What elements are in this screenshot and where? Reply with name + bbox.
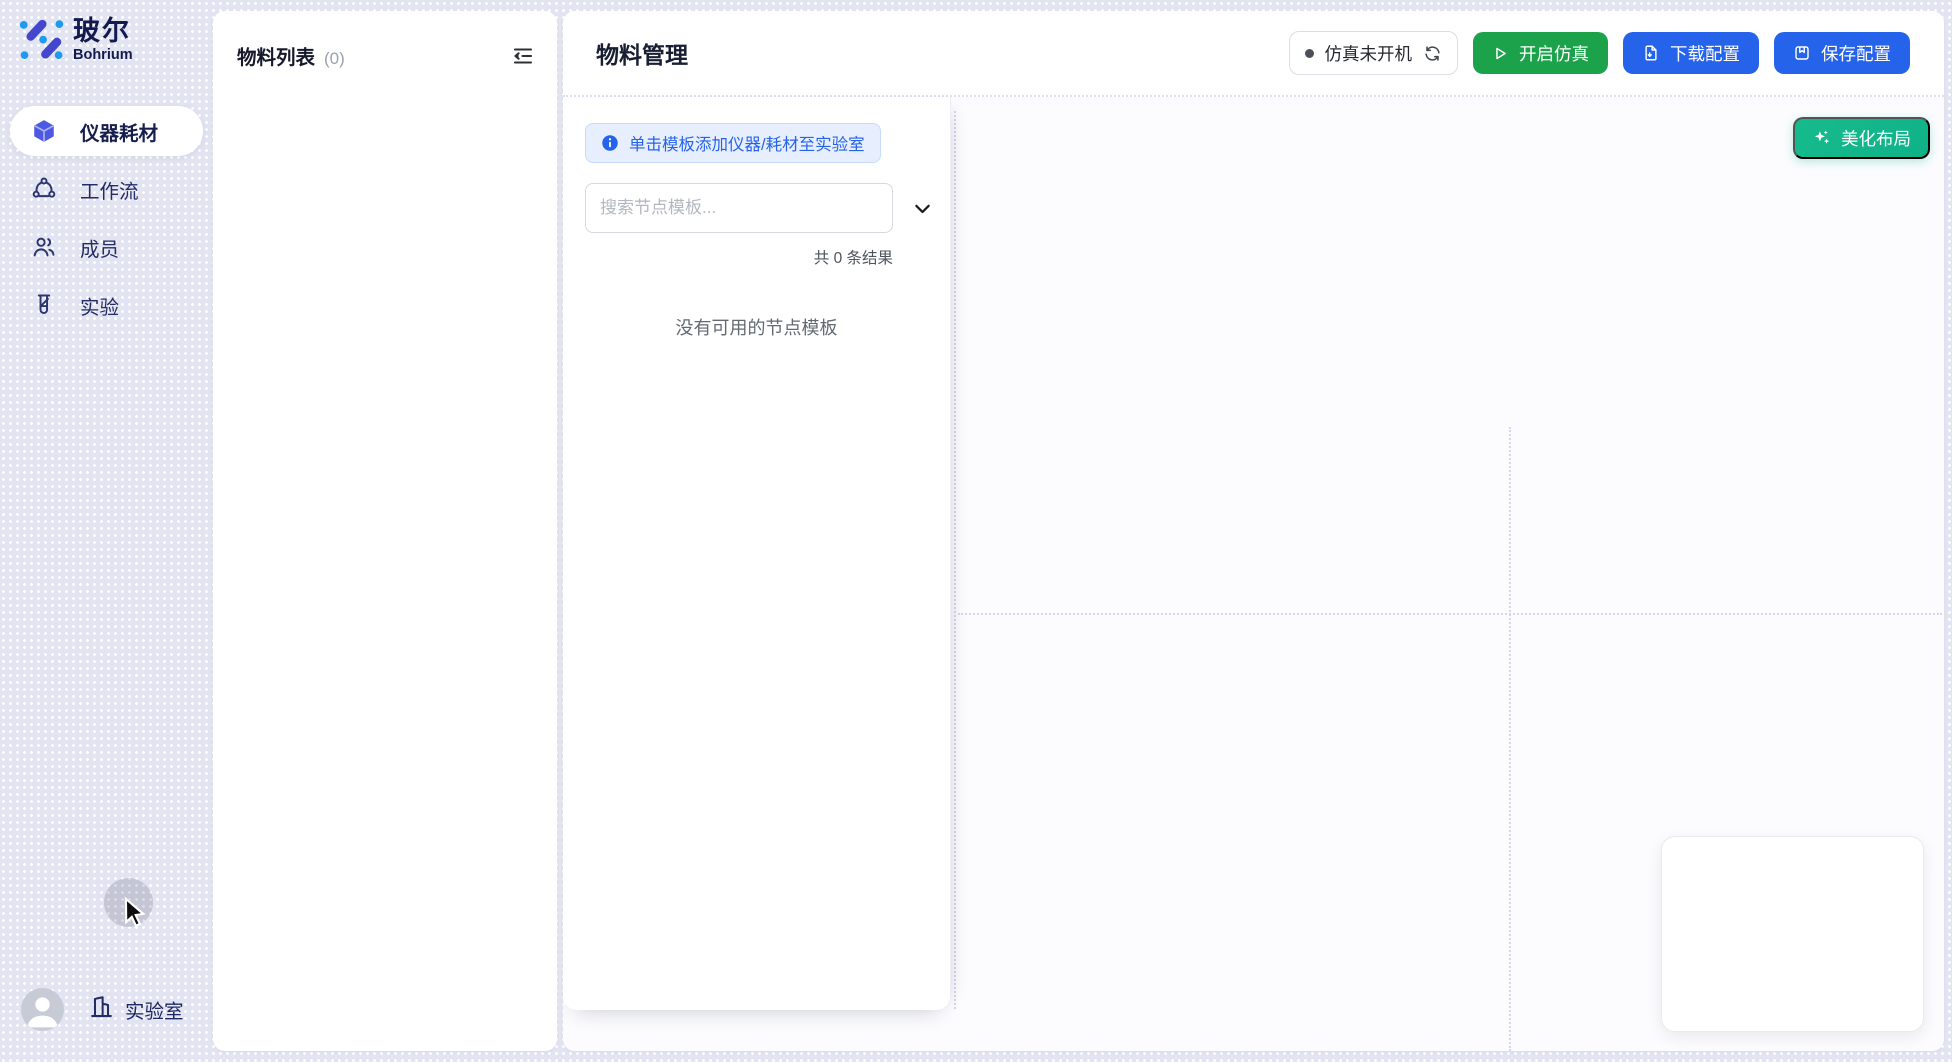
save-config-label: 保存配置 (1821, 41, 1891, 66)
materials-list-count: (0) (324, 49, 345, 69)
canvas-guide-line (954, 111, 956, 1009)
lab-label: 实验室 (125, 995, 184, 1024)
members-icon (30, 234, 57, 261)
materials-panel-header: 物料列表 (0) (213, 11, 557, 70)
minimap[interactable] (1661, 836, 1924, 1032)
logo-subtitle: Bohrium (73, 47, 133, 63)
download-config-button[interactable]: 下载配置 (1623, 32, 1759, 74)
results-count: 共 0 条结果 (585, 246, 893, 268)
main-card: 物料管理 仿真未开机 开启仿真 (563, 11, 1944, 1051)
workflow-icon (30, 176, 57, 203)
status-label: 仿真未开机 (1325, 41, 1413, 66)
sidebar-item-instruments[interactable]: 仪器耗材 (10, 106, 203, 156)
sidebar-item-workflow[interactable]: 工作流 (10, 164, 203, 214)
play-icon (1492, 45, 1509, 62)
bohrium-logo-icon (16, 13, 64, 65)
status-dot-icon (1305, 49, 1314, 58)
sidebar-item-label: 工作流 (80, 175, 139, 204)
sidebar-nav: 仪器耗材 工作流 成员 (10, 106, 203, 330)
building-icon (88, 993, 115, 1026)
collapse-panel-icon[interactable] (511, 44, 535, 68)
beautify-layout-button[interactable]: 美化布局 (1793, 117, 1930, 159)
sidebar-footer: 实验室 (0, 988, 213, 1031)
main-header: 物料管理 仿真未开机 开启仿真 (563, 11, 1944, 97)
sidebar-item-label: 实验 (80, 291, 119, 320)
file-download-icon (1642, 44, 1660, 62)
materials-list-title: 物料列表 (237, 41, 315, 70)
simulation-status-pill[interactable]: 仿真未开机 (1289, 31, 1459, 75)
cube-icon (30, 118, 57, 145)
save-icon (1793, 44, 1811, 62)
canvas-guide-line (958, 613, 1942, 615)
template-hint-banner: 单击模板添加仪器/耗材至实验室 (585, 123, 881, 163)
logo-title: 玻尔 (73, 16, 133, 46)
template-search-input[interactable] (585, 183, 893, 233)
chevron-down-icon[interactable] (912, 198, 933, 219)
banner-text: 单击模板添加仪器/耗材至实验室 (629, 131, 865, 155)
download-config-label: 下载配置 (1670, 41, 1740, 66)
sidebar-item-members[interactable]: 成员 (10, 222, 203, 272)
flow-canvas[interactable]: 单击模板添加仪器/耗材至实验室 共 0 条结果 没有可用的节点模板 (563, 97, 1944, 1051)
canvas-guide-line (1509, 427, 1511, 1051)
materials-panel: 物料列表 (0) (213, 11, 557, 1051)
refresh-icon[interactable] (1423, 44, 1442, 63)
save-config-button[interactable]: 保存配置 (1774, 32, 1910, 74)
beautify-layout-label: 美化布局 (1841, 126, 1911, 151)
node-template-panel: 单击模板添加仪器/耗材至实验室 共 0 条结果 没有可用的节点模板 (563, 97, 951, 1010)
lab-link[interactable]: 实验室 (88, 993, 184, 1026)
page-title: 物料管理 (596, 36, 688, 70)
mouse-cursor-icon (119, 896, 151, 937)
start-simulation-button[interactable]: 开启仿真 (1473, 32, 1608, 74)
sidebar-item-experiments[interactable]: 实验 (10, 280, 203, 330)
template-search-row (585, 183, 950, 233)
test-tube-icon (30, 292, 57, 319)
avatar[interactable] (21, 988, 64, 1031)
bohrium-logo: 玻尔 Bohrium (16, 13, 133, 65)
header-controls: 仿真未开机 开启仿真 (1289, 31, 1911, 75)
sidebar: 玻尔 Bohrium 仪器耗材 工作流 (0, 0, 213, 1062)
empty-templates-text: 没有可用的节点模板 (563, 314, 950, 340)
sparkles-icon (1812, 128, 1832, 148)
sidebar-item-label: 成员 (80, 233, 119, 262)
info-icon (601, 134, 619, 152)
start-simulation-label: 开启仿真 (1519, 41, 1589, 66)
sidebar-item-label: 仪器耗材 (80, 117, 158, 146)
